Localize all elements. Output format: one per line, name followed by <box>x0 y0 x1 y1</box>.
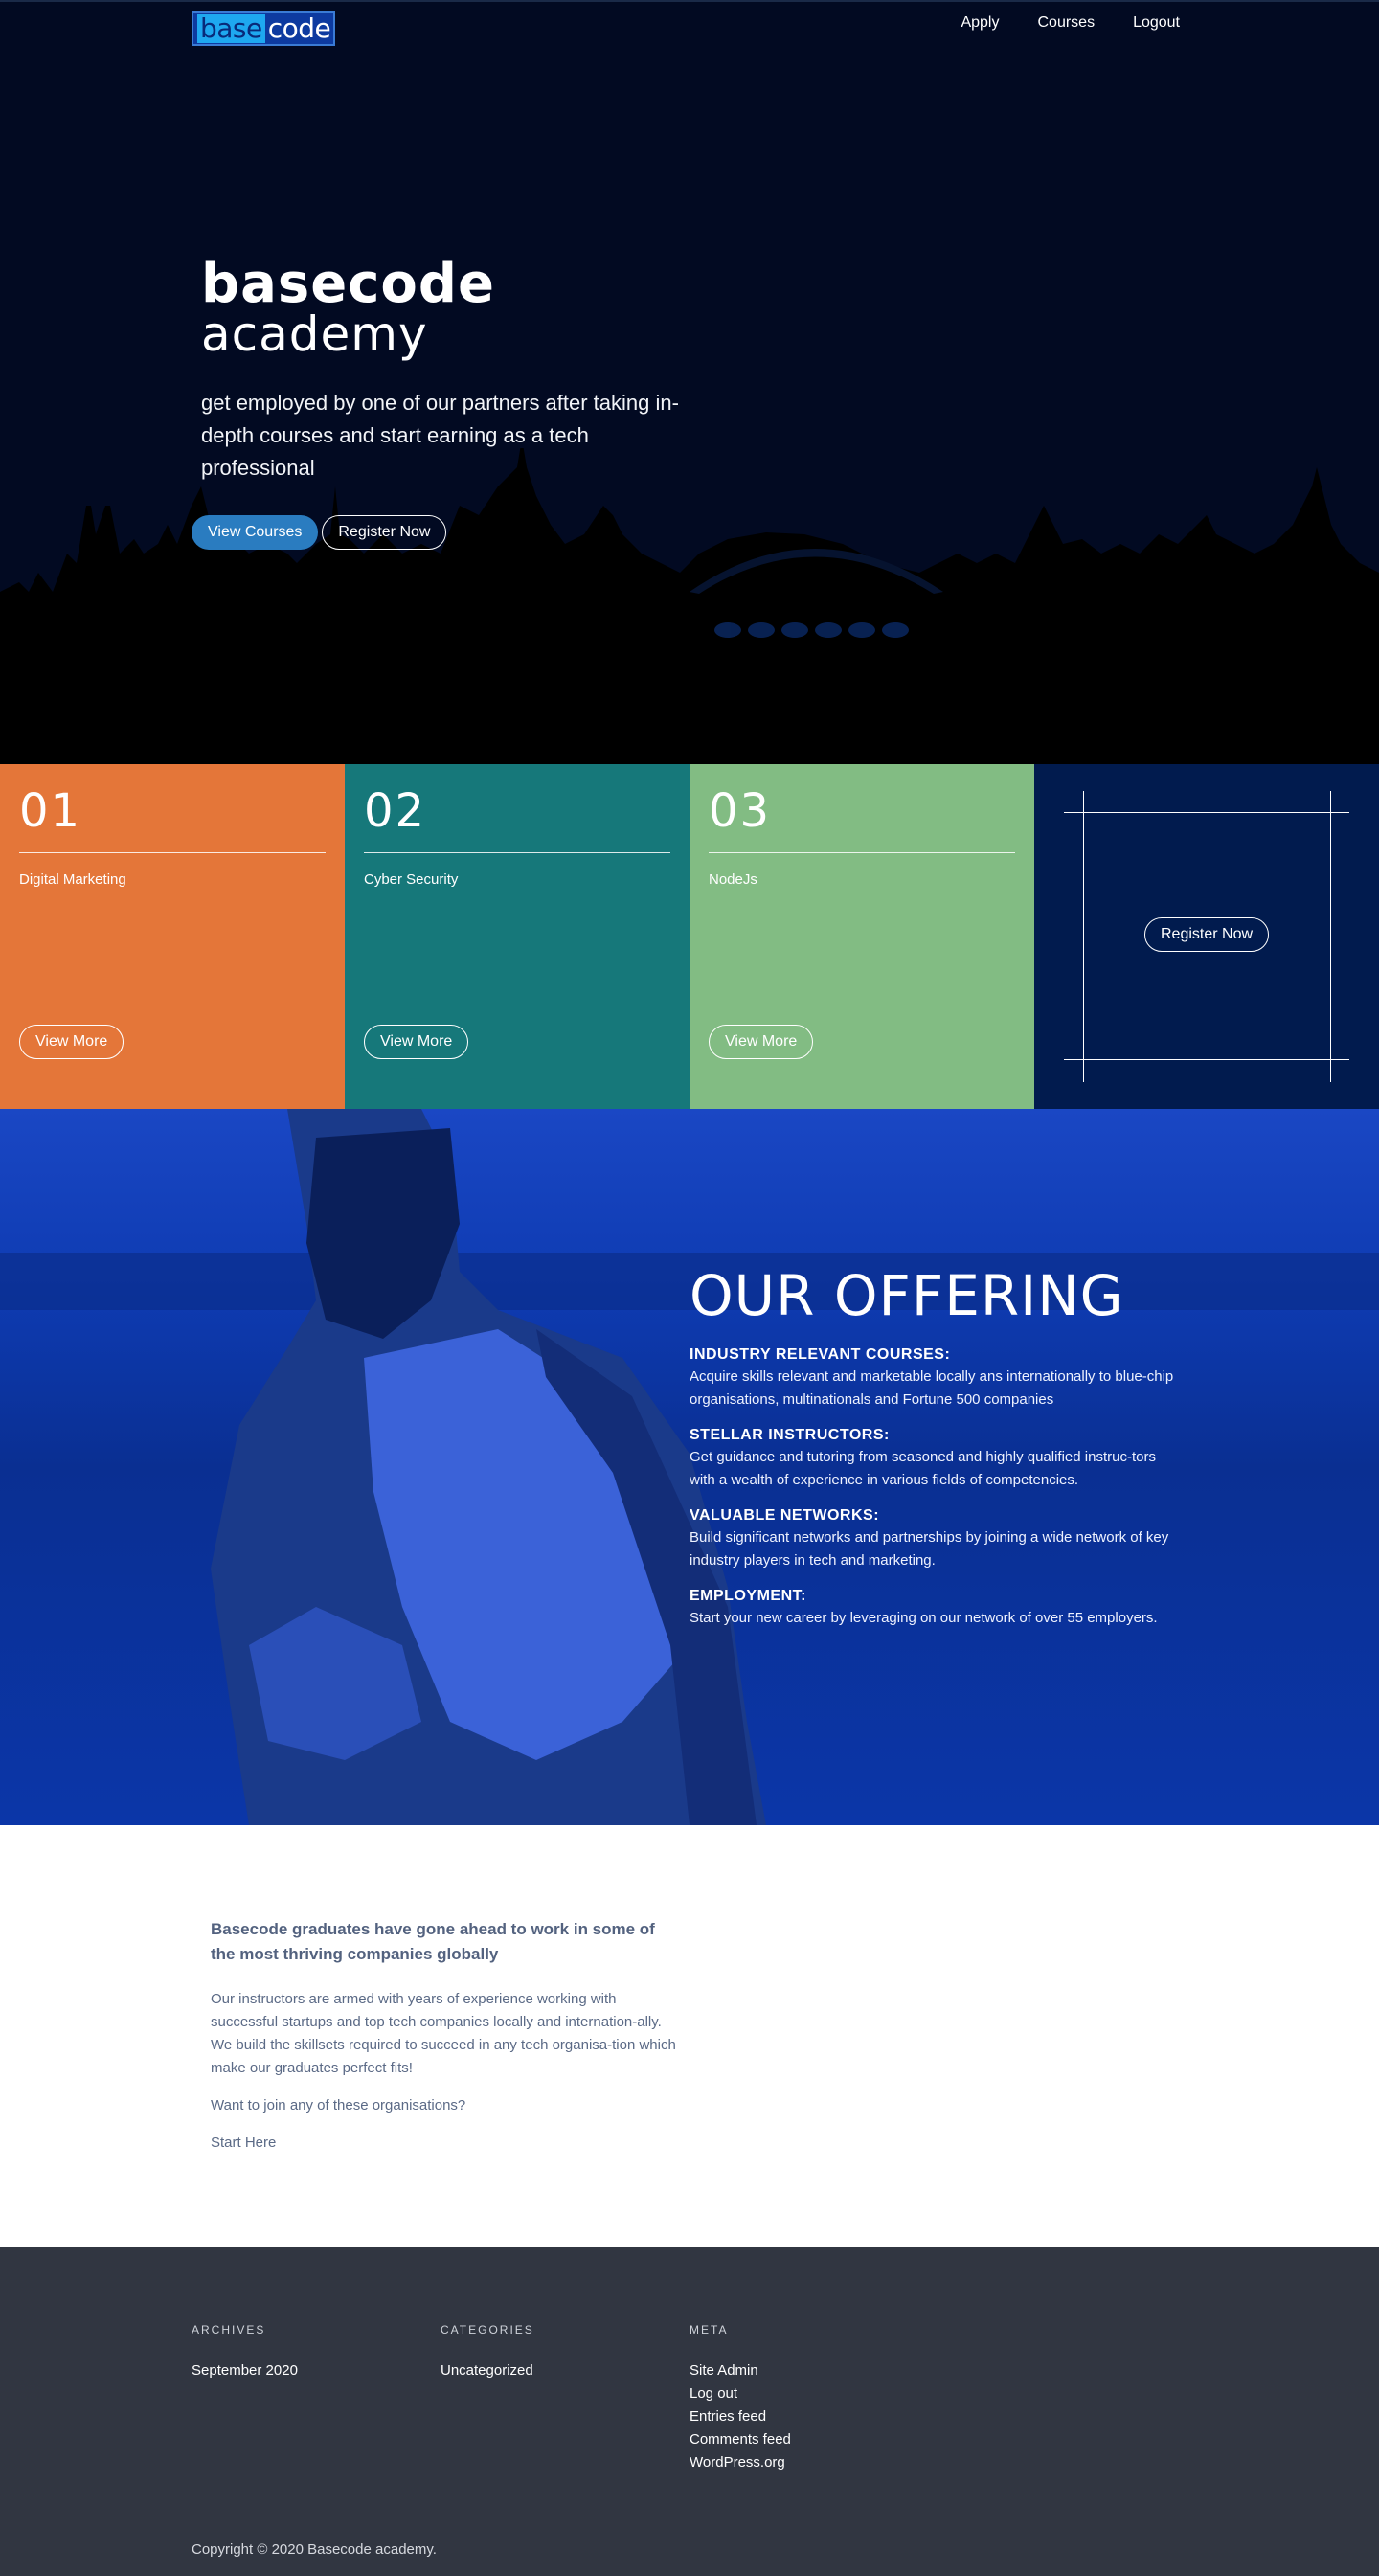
logo-code-text: code <box>267 12 331 44</box>
brand-line-academy: academy <box>201 306 428 362</box>
graduates-question: Want to join any of these organisations? <box>211 2097 466 2113</box>
offering-item-heading: STELLAR INSTRUCTORS: <box>690 1427 890 1443</box>
course-title: Cyber Security <box>364 871 459 888</box>
graduates-heading: Basecode graduates have gone ahead to wo… <box>211 1920 655 1963</box>
course-card-nodejs: 03 NodeJs View More <box>690 764 1034 1109</box>
brand-line-basecode: basecode <box>201 253 495 315</box>
copyright-text: Copyright © 2020 Basecode academy. <box>192 2542 437 2558</box>
view-more-button[interactable]: View More <box>709 1025 814 1059</box>
offering-item: INDUSTRY RELEVANT COURSES: Acquire skill… <box>690 1344 1178 1412</box>
hero-buttons: View Courses Register Now <box>192 515 447 550</box>
offering-item-text: Build significant networks and partnersh… <box>690 1529 1169 1569</box>
graduates-paragraph: Our instructors are armed with years of … <box>211 1991 676 2076</box>
footer-heading-categories: CATEGORIES <box>441 2323 534 2337</box>
logo-base-text: base <box>197 14 265 43</box>
start-here-link[interactable]: Start Here <box>211 2135 276 2151</box>
offering-item-text: Acquire skills relevant and marketable l… <box>690 1368 1174 1408</box>
our-offering-section: OUR OFFERING INDUSTRY RELEVANT COURSES: … <box>0 1109 1379 1825</box>
footer-link-archive[interactable]: September 2020 <box>192 2360 421 2383</box>
footer-link-category[interactable]: Uncategorized <box>441 2360 670 2383</box>
nav-link-logout[interactable]: Logout <box>1133 11 1180 34</box>
register-now-card-button[interactable]: Register Now <box>1144 917 1270 952</box>
offering-content: OUR OFFERING INDUSTRY RELEVANT COURSES: … <box>690 1262 1178 1643</box>
basecode-logo[interactable]: base code <box>192 11 335 46</box>
footer-meta: META Site Admin Log out Entries feed Com… <box>690 2323 919 2474</box>
hero-brand-wordmark: basecode academy <box>201 253 495 362</box>
offering-item: VALUABLE NETWORKS: Build significant net… <box>690 1505 1178 1572</box>
course-card-cyber-security: 02 Cyber Security View More <box>345 764 690 1109</box>
course-number: 03 <box>709 784 772 838</box>
offering-item-heading: EMPLOYMENT: <box>690 1588 806 1604</box>
card-divider <box>364 852 670 853</box>
course-card-digital-marketing: 01 Digital Marketing View More <box>0 764 345 1109</box>
footer-link-comments-feed[interactable]: Comments feed <box>690 2429 919 2452</box>
city-skyline-illustration <box>0 448 1379 764</box>
offering-item: EMPLOYMENT: Start your new career by lev… <box>690 1586 1178 1630</box>
frame-line-left <box>1083 791 1084 1082</box>
footer-heading-meta: META <box>690 2323 729 2337</box>
card-divider <box>19 852 326 853</box>
offering-item-heading: INDUSTRY RELEVANT COURSES: <box>690 1346 951 1363</box>
offering-title: OUR OFFERING <box>690 1263 1124 1328</box>
footer-link-wordpress[interactable]: WordPress.org <box>690 2452 919 2474</box>
graduates-content: Basecode graduates have gone ahead to wo… <box>211 1917 676 2155</box>
frame-line-right <box>1330 791 1331 1082</box>
nav-link-courses[interactable]: Courses <box>1037 11 1095 34</box>
register-now-button[interactable]: Register Now <box>322 515 447 550</box>
view-more-button[interactable]: View More <box>19 1025 124 1059</box>
offering-item-text: Get guidance and tutoring from seasoned … <box>690 1449 1156 1488</box>
nav-link-apply[interactable]: Apply <box>961 11 999 34</box>
footer-link-log-out[interactable]: Log out <box>690 2383 919 2406</box>
footer-heading-archives: ARCHIVES <box>192 2323 266 2337</box>
offering-item-heading: VALUABLE NETWORKS: <box>690 1507 880 1524</box>
main-nav: Apply Courses Logout <box>961 11 1180 34</box>
offering-item: STELLAR INSTRUCTORS: Get guidance and tu… <box>690 1425 1178 1492</box>
graduates-section: Basecode graduates have gone ahead to wo… <box>0 1825 1379 2247</box>
course-title: Digital Marketing <box>19 871 126 888</box>
card-divider <box>709 852 1015 853</box>
course-title: NodeJs <box>709 871 757 888</box>
frame-line-bottom <box>1064 1059 1349 1060</box>
footer-archives: ARCHIVES September 2020 <box>192 2323 421 2383</box>
footer-link-entries-feed[interactable]: Entries feed <box>690 2406 919 2429</box>
offering-item-text: Start your new career by leveraging on o… <box>690 1610 1158 1626</box>
frame-line-top <box>1064 812 1349 813</box>
course-number: 02 <box>364 784 427 838</box>
site-footer: ARCHIVES September 2020 CATEGORIES Uncat… <box>0 2247 1379 2576</box>
top-navigation-bar: base code Apply Courses Logout <box>0 2 1379 46</box>
hero-section: base code Apply Courses Logout basecode … <box>0 0 1379 764</box>
hero-tagline: get employed by one of our partners afte… <box>201 391 679 480</box>
view-courses-button[interactable]: View Courses <box>192 515 319 550</box>
footer-link-site-admin[interactable]: Site Admin <box>690 2360 919 2383</box>
view-more-button[interactable]: View More <box>364 1025 469 1059</box>
course-number: 01 <box>19 784 82 838</box>
footer-categories: CATEGORIES Uncategorized <box>441 2323 670 2383</box>
register-card: Register Now <box>1034 764 1379 1109</box>
courses-grid: 01 Digital Marketing View More 02 Cyber … <box>0 764 1379 1109</box>
